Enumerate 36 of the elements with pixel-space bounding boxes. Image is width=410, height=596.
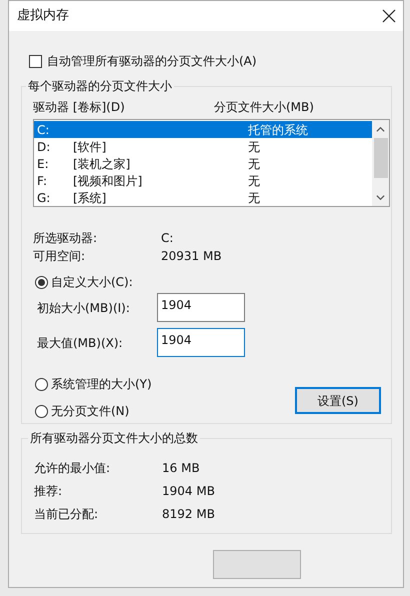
field-label: 初始大小(MB)(I): — [36, 300, 131, 316]
group-title: 每个驱动器的分页文件大小 — [26, 79, 174, 93]
info-label: 所选驱动器: — [33, 230, 98, 246]
drive-row[interactable]: G: [系统] 无 — [34, 189, 372, 206]
radio-button[interactable] — [35, 276, 48, 288]
total-value: 1904 MB — [162, 482, 215, 500]
info-label: 可用空间: — [33, 248, 86, 264]
drive-row[interactable]: F: [视频和图片] 无 — [34, 172, 372, 189]
checkbox-label: 自动管理所有驱动器的分页文件大小(A) — [47, 53, 257, 70]
total-label: 允许的最小值: — [34, 460, 112, 476]
drive-row[interactable]: D: [软件] 无 — [34, 138, 372, 155]
field-label: 最大值(MB)(X): — [36, 334, 124, 352]
column-header: 驱动器 [卷标](D) — [33, 99, 126, 116]
radio-button[interactable] — [35, 378, 48, 390]
drive-row[interactable]: C: 托管的系统 — [34, 121, 372, 138]
radio-label: 自定义大小(C): — [51, 274, 133, 291]
window-title: 虚拟内存 — [17, 7, 69, 26]
input-field[interactable]: 1904 — [157, 328, 245, 357]
total-value: 8192 MB — [162, 506, 215, 522]
scrollbar[interactable] — [372, 120, 389, 206]
total-label: 推荐: — [34, 482, 64, 500]
close-icon[interactable] — [381, 8, 397, 24]
total-label: 当前已分配: — [34, 506, 100, 522]
info-value: 20931 MB — [161, 248, 222, 264]
info-value: C: — [161, 230, 174, 246]
radio-button[interactable] — [35, 404, 48, 418]
column-header: 分页文件大小(MB) — [214, 99, 314, 116]
group-title: 所有驱动器分页文件大小的总数 — [28, 431, 200, 445]
input-field[interactable]: 1904 — [157, 293, 245, 322]
radio-label: 无分页文件(N) — [51, 403, 130, 420]
checkbox[interactable] — [29, 54, 42, 68]
drive-row[interactable]: E: [装机之家] 无 — [34, 155, 372, 172]
drive-list[interactable]: C: 托管的系统 D: [软件] 无 E: [装机之家] 无 F: [视频和图片] 无 G: [系统] 无 — [33, 119, 390, 207]
radio-label: 系统管理的大小(Y) — [51, 376, 152, 393]
set-button[interactable]: 设置(S) — [295, 387, 381, 414]
total-value: 16 MB — [162, 460, 200, 476]
